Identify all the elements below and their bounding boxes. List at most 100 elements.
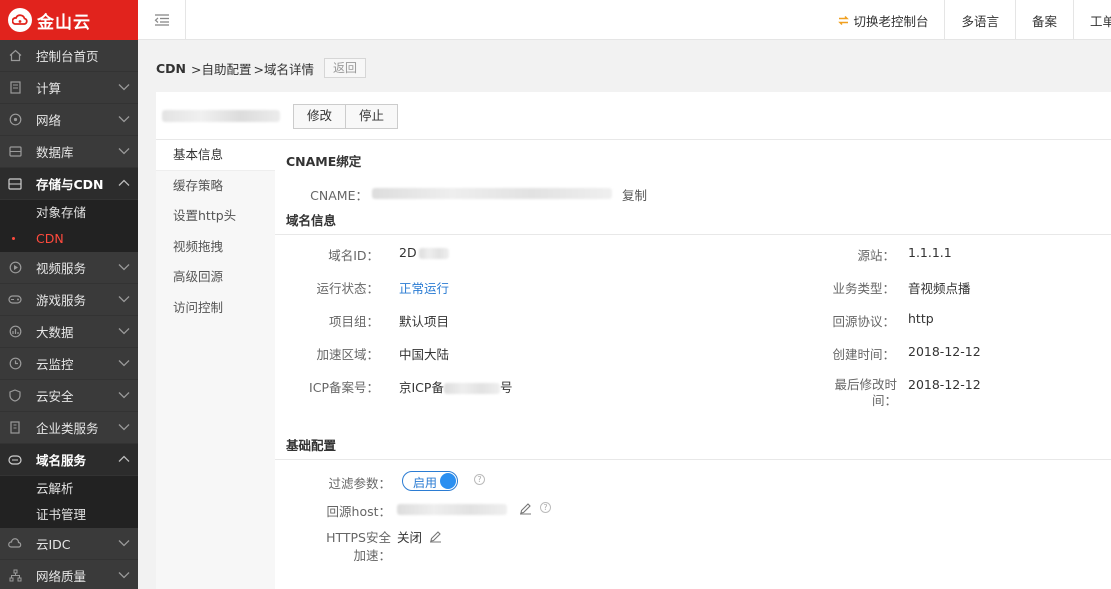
sidebar-item-idc[interactable]: 云IDC <box>0 528 138 560</box>
sidebar-item-network[interactable]: 网络 <box>0 104 138 136</box>
sidebar-item-label: 大数据 <box>36 325 74 340</box>
breadcrumb-root[interactable]: CDN <box>156 61 186 76</box>
sidebar-item-monitor[interactable]: 云监控 <box>0 348 138 380</box>
sidebar-item-label: 企业类服务 <box>36 421 99 436</box>
language-link[interactable]: 多语言 <box>944 0 1015 40</box>
chevron-down-icon <box>118 540 130 547</box>
created-time-value: 2018-12-12 <box>908 344 981 359</box>
monitor-icon <box>8 357 22 371</box>
switch-arrows-icon <box>838 15 850 25</box>
stop-button[interactable]: 停止 <box>346 104 399 129</box>
switch-old-console-link[interactable]: 切换老控制台 <box>822 0 944 40</box>
chevron-down-icon <box>118 296 130 303</box>
sidebar-item-security[interactable]: 云安全 <box>0 380 138 412</box>
icp-number-value: 京ICP备 号 <box>399 377 512 396</box>
icp-number-label: ICP备案号： <box>309 380 379 395</box>
brand-name: 金山云 <box>37 12 91 33</box>
sidebar-item-bigdata[interactable]: 大数据 <box>0 316 138 348</box>
sidebar-subitem-object-storage[interactable]: 对象存储 <box>0 200 138 226</box>
basic-info-content: CNAME绑定 CNAME： 复制 域名信息 域名ID： 2D 运行状态： 正常… <box>275 140 1111 589</box>
domain-icon <box>8 453 22 467</box>
chevron-down-icon <box>118 116 130 123</box>
sidebar-item-video[interactable]: 视频服务 <box>0 252 138 284</box>
subnav-access-control[interactable]: 访问控制 <box>156 293 275 324</box>
sidebar-item-label: 数据库 <box>36 145 74 160</box>
icp-prefix: 京ICP备 <box>399 380 444 395</box>
edit-pencil-icon[interactable] <box>519 502 532 515</box>
breadcrumb-self-config[interactable]: >自助配置 <box>191 59 251 78</box>
filter-params-toggle[interactable]: 启用 <box>402 471 458 491</box>
accel-region-value: 中国大陆 <box>399 347 450 362</box>
sidebar-item-database[interactable]: 数据库 <box>0 136 138 168</box>
sidebar-item-label: 网络质量 <box>36 569 87 584</box>
sidebar-item-network-quality[interactable]: 网络质量 <box>0 560 138 589</box>
origin-label: 源站： <box>857 248 895 263</box>
breadcrumb: CDN >自助配置 >域名详情 返回 <box>156 58 366 78</box>
origin-protocol-label: 回源协议： <box>832 314 895 329</box>
sidebar-subitem-certificate[interactable]: 证书管理 <box>0 502 138 528</box>
sidebar-item-label: 域名服务 <box>36 453 87 468</box>
sidebar-item-game[interactable]: 游戏服务 <box>0 284 138 316</box>
sidebar-item-label: 云IDC <box>36 537 71 552</box>
help-icon[interactable]: ? <box>540 502 551 513</box>
header-links: 切换老控制台 多语言 备案 工单 <box>822 0 1111 40</box>
chevron-down-icon <box>118 360 130 367</box>
domain-detail-panel: 修改 停止 基本信息 缓存策略 设置http头 视频拖拽 高级回源 访问控制 C… <box>156 92 1111 589</box>
submenu-storage-cdn: 对象存储 CDN <box>0 200 138 252</box>
sidebar-item-label: 存储与CDN <box>36 177 104 192</box>
cloud-logo-icon <box>8 8 32 32</box>
sidebar-item-label: 云安全 <box>36 389 74 404</box>
origin-host-redacted <box>397 504 507 515</box>
business-type-label: 业务类型： <box>832 281 895 296</box>
https-accel-value: 关闭 <box>397 530 423 545</box>
help-icon[interactable]: ? <box>474 474 485 485</box>
subnav-video-drag[interactable]: 视频拖拽 <box>156 232 275 263</box>
chevron-down-icon <box>118 424 130 431</box>
sidebar-item-compute[interactable]: 计算 <box>0 72 138 104</box>
collapse-sidebar-button[interactable] <box>138 0 186 40</box>
sidebar-item-label: 云监控 <box>36 357 74 372</box>
sidebar-item-home[interactable]: 控制台首页 <box>0 40 138 72</box>
gamepad-icon <box>8 293 22 307</box>
sidebar-item-domain[interactable]: 域名服务 <box>0 444 138 476</box>
top-header: 切换老控制台 多语言 备案 工单 <box>138 0 1111 40</box>
domain-id-redacted <box>418 248 449 259</box>
subnav-cache-policy[interactable]: 缓存策略 <box>156 171 275 202</box>
back-button[interactable]: 返回 <box>323 58 366 78</box>
domain-id-text: 2D <box>399 245 417 260</box>
chevron-down-icon <box>118 392 130 399</box>
chevron-down-icon <box>118 148 130 155</box>
database-icon <box>8 145 22 159</box>
ticket-link[interactable]: 工单 <box>1073 0 1111 40</box>
chevron-down-icon <box>118 84 130 91</box>
filter-params-label: 过滤参数： <box>328 476 391 491</box>
logo[interactable]: 金山云 <box>0 0 138 40</box>
sidebar-item-enterprise[interactable]: 企业类服务 <box>0 412 138 444</box>
accel-region-label: 加速区域： <box>316 347 379 362</box>
building-icon <box>8 421 22 435</box>
subnav-advanced-origin[interactable]: 高级回源 <box>156 262 275 293</box>
domain-info-section-title: 域名信息 <box>286 213 337 228</box>
chevron-up-icon <box>118 455 130 462</box>
cname-label: CNAME： <box>310 188 368 203</box>
sidebar-subitem-cdn[interactable]: CDN <box>0 226 138 252</box>
section-divider <box>275 234 1111 235</box>
sidebar-item-storage-cdn[interactable]: 存储与CDN <box>0 168 138 200</box>
edit-pencil-icon[interactable] <box>429 530 442 543</box>
network-icon <box>8 113 22 127</box>
subnav-basic-info[interactable]: 基本信息 <box>156 140 275 171</box>
edit-button[interactable]: 修改 <box>293 104 347 129</box>
copy-cname-link[interactable]: 复制 <box>622 185 647 204</box>
sidebar: 金山云 控制台首页 计算 网络 数据库 存储与CDN 对象存储 CDN 视频服务… <box>0 0 138 589</box>
domain-toolbar: 修改 停止 <box>156 92 1111 140</box>
sidebar-item-label: 网络 <box>36 113 62 128</box>
icp-suffix: 号 <box>499 380 513 395</box>
breadcrumb-domain-detail: >域名详情 <box>253 61 314 77</box>
subnav-http-header[interactable]: 设置http头 <box>156 201 275 232</box>
menu-collapse-icon <box>154 14 169 26</box>
chevron-down-icon <box>118 572 130 579</box>
sidebar-subitem-dns[interactable]: 云解析 <box>0 476 138 502</box>
bigdata-icon <box>8 325 22 339</box>
icp-filing-link[interactable]: 备案 <box>1014 0 1073 40</box>
created-time-label: 创建时间： <box>832 347 895 362</box>
